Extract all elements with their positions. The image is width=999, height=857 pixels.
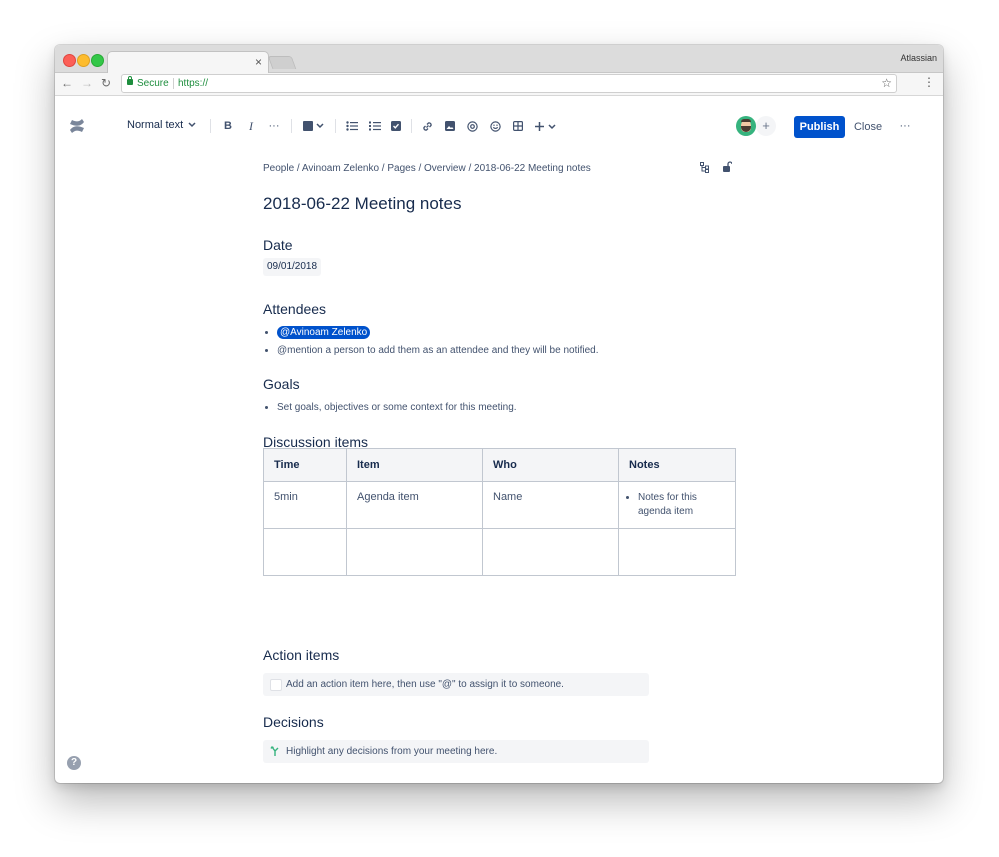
table-cell[interactable]: Agenda item [346, 481, 483, 529]
publish-button[interactable]: Publish [794, 116, 845, 138]
column-header-item[interactable]: Item [346, 448, 483, 482]
link-button[interactable] [420, 117, 434, 135]
list-item: @Avinoam Zelenko [277, 324, 598, 342]
link-icon [422, 121, 432, 131]
text-style-label: Normal text [127, 119, 184, 131]
table-cell[interactable]: 5min [263, 481, 347, 529]
browser-toolbar: ← → ↻ Secure https:// ☆ ⋮ [55, 73, 943, 96]
date-picker[interactable]: 09/01/2018 [263, 258, 322, 276]
browser-profile-name[interactable]: Atlassian [900, 53, 937, 63]
browser-tab[interactable]: × [107, 51, 269, 74]
text-color-button[interactable] [301, 117, 327, 135]
goals-heading: Goals [263, 376, 300, 392]
action-items-heading: Action items [263, 647, 340, 663]
new-tab-button[interactable] [267, 56, 297, 69]
minimize-window-button[interactable] [77, 54, 90, 67]
decision-item[interactable]: Highlight any decisions from your meetin… [263, 740, 649, 763]
decisions-heading: Decisions [263, 714, 324, 730]
browser-window: × Atlassian ← → ↻ Secure https:// ☆ ⋮ No… [55, 45, 943, 783]
image-button[interactable] [443, 117, 457, 135]
table-button[interactable] [511, 117, 525, 135]
date-heading: Date [263, 237, 293, 253]
numbered-list-button[interactable] [368, 117, 382, 135]
title-bar: × Atlassian [55, 45, 943, 74]
table-cell[interactable]: Notes for this agenda item [618, 481, 736, 529]
action-item-checkbox[interactable] [270, 679, 282, 691]
back-arrow-icon[interactable]: ← [61, 76, 73, 90]
text-color-icon [303, 121, 324, 131]
bookmark-star-icon[interactable]: ☆ [881, 75, 892, 92]
discussion-table: Time Item Who Notes 5min Agenda item Nam… [263, 448, 736, 576]
breadcrumb[interactable]: People / Avinoam Zelenko / Pages / Overv… [263, 163, 591, 174]
page-title[interactable]: 2018-06-22 Meeting notes [263, 194, 461, 214]
table-header-row: Time Item Who Notes [263, 448, 736, 482]
confluence-logo-icon[interactable] [69, 118, 85, 134]
close-window-button[interactable] [63, 54, 76, 67]
avatar[interactable] [736, 116, 756, 136]
reload-icon[interactable]: ↻ [101, 76, 111, 90]
column-header-who[interactable]: Who [482, 448, 619, 482]
unlock-icon[interactable] [722, 161, 732, 173]
bold-button[interactable]: B [221, 117, 235, 135]
table-row [263, 528, 736, 576]
page-tools [700, 161, 740, 175]
decision-placeholder: Highlight any decisions from your meetin… [286, 746, 498, 757]
list-item[interactable]: Set goals, objectives or some context fo… [277, 399, 517, 417]
editor-toolbar: Normal text B I ··· + Publish Close ··· [55, 96, 943, 156]
task-list-button[interactable] [389, 117, 403, 135]
help-icon[interactable]: ? [67, 756, 81, 770]
zoom-window-button[interactable] [91, 54, 104, 67]
browser-menu-icon[interactable]: ⋮ [923, 75, 935, 89]
list-item: Notes for this agenda item [638, 491, 725, 519]
list-item[interactable]: @mention a person to add them as an atte… [277, 342, 598, 360]
attendees-heading: Attendees [263, 301, 327, 317]
secure-label: Secure [137, 78, 169, 89]
text-style-dropdown[interactable]: Normal text [127, 119, 196, 131]
more-formatting-button[interactable]: ··· [265, 117, 283, 135]
decision-icon [270, 746, 279, 756]
image-icon [445, 121, 455, 131]
table-cell[interactable] [263, 528, 347, 576]
at-sign-icon [466, 120, 478, 132]
more-actions-button[interactable]: ··· [895, 116, 915, 138]
mention-button[interactable] [465, 117, 479, 135]
add-collaborator-button[interactable]: + [756, 116, 776, 136]
forward-arrow-icon[interactable]: → [81, 76, 93, 90]
italic-button[interactable]: I [244, 117, 258, 135]
numbered-list-icon [369, 121, 381, 131]
table-cell[interactable]: Name [482, 481, 619, 529]
emoji-button[interactable] [488, 117, 502, 135]
action-item[interactable]: Add an action item here, then use "@" to… [263, 673, 649, 696]
goals-list: Set goals, objectives or some context fo… [263, 399, 517, 417]
address-bar[interactable]: Secure https:// ☆ [121, 74, 897, 93]
close-button[interactable]: Close [851, 116, 885, 138]
url-text[interactable]: https:// [178, 75, 208, 92]
plus-dropdown-icon [535, 121, 556, 131]
page-tree-icon[interactable] [700, 162, 709, 173]
lock-icon [127, 76, 133, 85]
table-cell[interactable] [346, 528, 483, 576]
table-row: 5min Agenda item Name Notes for this age… [263, 481, 736, 529]
table-cell[interactable] [618, 528, 736, 576]
bullet-list-icon [346, 121, 358, 131]
bullet-list-button[interactable] [345, 117, 359, 135]
action-item-placeholder: Add an action item here, then use "@" to… [286, 679, 564, 690]
column-header-notes[interactable]: Notes [618, 448, 736, 482]
tab-close-icon[interactable]: × [255, 55, 262, 69]
mention-chip[interactable]: @Avinoam Zelenko [277, 326, 371, 339]
checkbox-icon [391, 121, 401, 131]
attendees-list: @Avinoam Zelenko @mention a person to ad… [263, 324, 598, 360]
table-cell[interactable] [482, 528, 619, 576]
emoji-icon [489, 120, 501, 132]
table-icon [513, 121, 523, 131]
chevron-down-icon [188, 122, 196, 128]
column-header-time[interactable]: Time [263, 448, 347, 482]
insert-more-button[interactable] [533, 117, 559, 135]
